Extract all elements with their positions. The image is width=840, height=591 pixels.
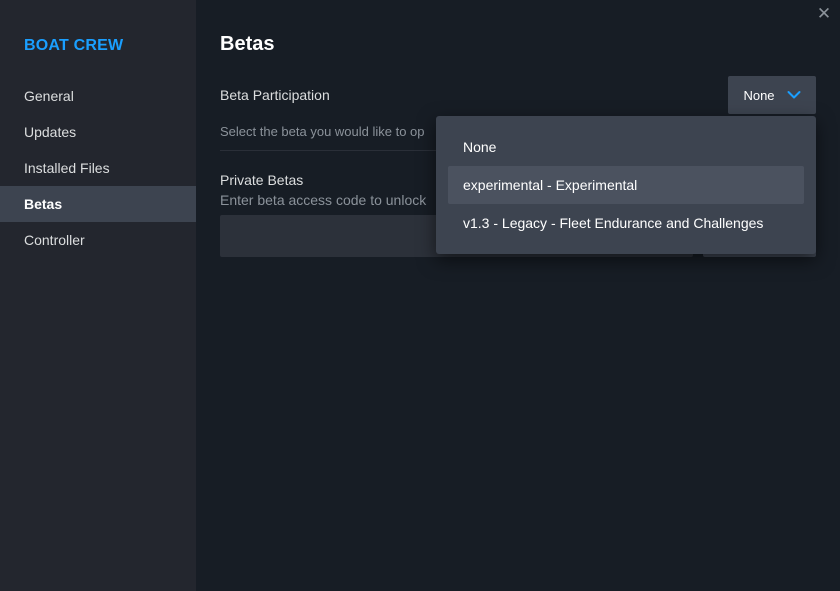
close-icon[interactable]: ✕ (816, 5, 832, 23)
select-value: None (743, 87, 775, 103)
dropdown-option-legacy[interactable]: v1.3 - Legacy - Fleet Endurance and Chal… (448, 204, 804, 242)
dropdown-option-experimental[interactable]: experimental - Experimental (448, 166, 804, 204)
sidebar-item-updates[interactable]: Updates (0, 114, 196, 150)
private-betas-description: Enter beta access code to unlock (220, 192, 427, 208)
sidebar-item-betas[interactable]: Betas (0, 186, 196, 222)
sidebar: BOAT CREW General Updates Installed File… (0, 0, 196, 591)
sidebar-item-controller[interactable]: Controller (0, 222, 196, 258)
sidebar-nav: General Updates Installed Files Betas Co… (0, 78, 196, 258)
sidebar-item-general[interactable]: General (0, 78, 196, 114)
game-title: BOAT CREW (24, 37, 124, 54)
sidebar-item-installed-files[interactable]: Installed Files (0, 150, 196, 186)
properties-window: BOAT CREW General Updates Installed File… (0, 0, 840, 591)
beta-dropdown-menu: None experimental - Experimental v1.3 - … (436, 116, 816, 254)
page-title: Betas (220, 33, 275, 55)
beta-participation-select[interactable]: None (728, 76, 816, 114)
chevron-down-icon (787, 91, 801, 99)
dropdown-option-none[interactable]: None (448, 128, 804, 166)
main-content: Betas Beta Participation None Select the… (220, 0, 816, 591)
beta-participation-description: Select the beta you would like to op (220, 124, 425, 139)
beta-participation-label: Beta Participation (220, 87, 330, 103)
private-betas-label: Private Betas (220, 172, 304, 188)
